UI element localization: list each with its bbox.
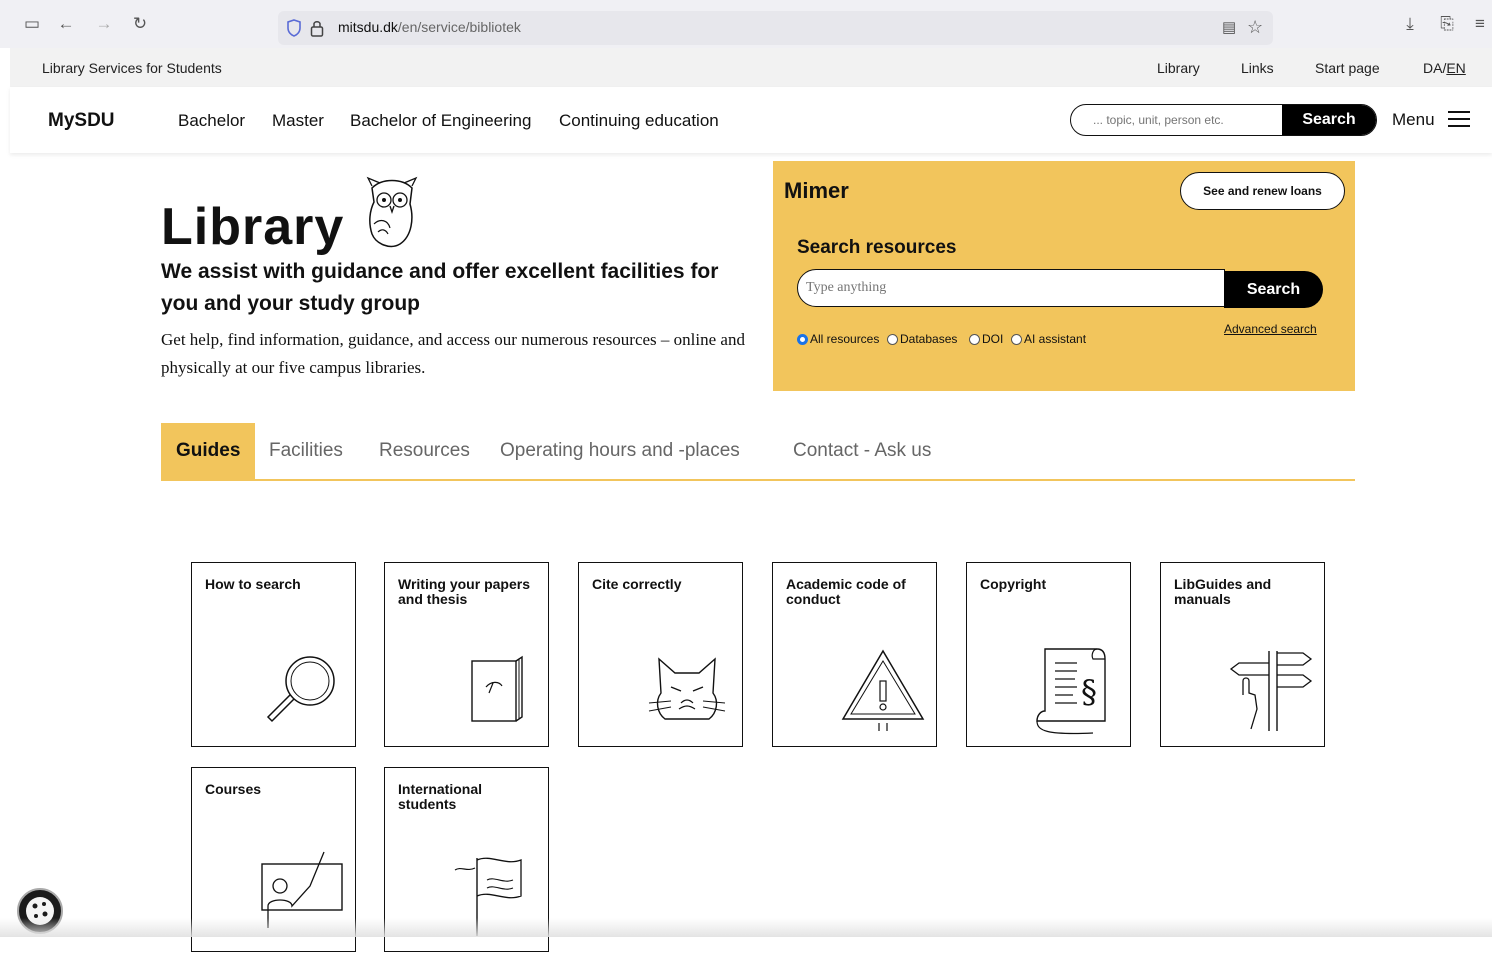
- mysdu-logo[interactable]: MySDU: [48, 110, 115, 132]
- site-search-button[interactable]: Search: [1282, 105, 1376, 135]
- resource-search-input[interactable]: [797, 269, 1225, 307]
- service-bar-title[interactable]: Library Services for Students: [42, 60, 222, 76]
- language-switcher: DA/EN: [1423, 60, 1466, 76]
- downloads-icon[interactable]: ⤓: [1400, 14, 1420, 34]
- forward-icon[interactable]: →: [94, 14, 114, 34]
- url-text: mitsdu.dk/en/service/bibliotek: [338, 19, 521, 35]
- service-bar: Library Services for Students Library Li…: [10, 48, 1492, 87]
- warning-icon: [841, 649, 925, 731]
- hero-description: Get help, find information, guidance, an…: [161, 330, 745, 377]
- reader-view-icon[interactable]: ▤: [1222, 18, 1236, 36]
- nav-master[interactable]: Master: [272, 111, 324, 131]
- mimer-title: Mimer: [784, 178, 849, 203]
- nav-bachelor[interactable]: Bachelor: [178, 111, 245, 131]
- app-menu-icon[interactable]: ≡: [1470, 14, 1490, 34]
- owl-icon: [366, 176, 418, 248]
- menu-label: Menu: [1392, 110, 1435, 129]
- radio-all-resources[interactable]: All resources: [797, 332, 879, 346]
- page-title-text: Library: [161, 198, 345, 256]
- hamburger-icon: [1448, 111, 1471, 127]
- address-bar[interactable]: mitsdu.dk/en/service/bibliotek ▤ ☆: [278, 11, 1273, 45]
- card-libguides[interactable]: LibGuides and manuals: [1160, 562, 1325, 747]
- browser-toolbar: ▭ ← → ↻ mitsdu.dk/en/service/bibliotek ▤…: [0, 0, 1492, 48]
- page-title: Library: [161, 174, 422, 257]
- paragraph-scroll-icon: §: [1036, 648, 1106, 735]
- card-writing-papers[interactable]: Writing your papers and thesis: [384, 562, 549, 747]
- nav-bachelor-of-engineering[interactable]: Bachelor of Engineering: [350, 111, 531, 131]
- radio-checked-icon: [797, 333, 808, 345]
- tab-operating-hours[interactable]: Operating hours and -places: [485, 423, 755, 479]
- radio-label: DOI: [982, 332, 1004, 346]
- section-tabs: Guides Facilities Resources Operating ho…: [161, 423, 1355, 481]
- lang-da-link[interactable]: DA: [1423, 60, 1442, 76]
- radio-label: Databases: [900, 332, 958, 346]
- main-navigation: MySDU Bachelor Master Bachelor of Engine…: [10, 87, 1492, 153]
- page-bottom-fade: [0, 918, 1492, 937]
- radio-unchecked-icon: [969, 333, 980, 345]
- signpost-icon: [1229, 651, 1313, 731]
- card-copyright[interactable]: Copyright §: [966, 562, 1131, 747]
- reload-icon[interactable]: ↻: [130, 14, 150, 34]
- service-link-library[interactable]: Library: [1157, 60, 1200, 76]
- radio-label: AI assistant: [1024, 332, 1087, 346]
- radio-ai-assistant[interactable]: AI assistant: [1011, 332, 1086, 346]
- magnifier-icon: [266, 656, 335, 723]
- tab-contact[interactable]: Contact - Ask us: [778, 423, 946, 479]
- menu-button[interactable]: Menu: [1392, 110, 1471, 130]
- shield-icon[interactable]: [286, 19, 302, 37]
- card-how-to-search[interactable]: How to search: [191, 562, 356, 747]
- radio-unchecked-icon: [887, 333, 898, 345]
- tab-guides[interactable]: Guides: [161, 423, 256, 479]
- card-cite-correctly[interactable]: Cite correctly: [578, 562, 743, 747]
- radio-label: All resources: [810, 332, 880, 346]
- extensions-icon[interactable]: ⎘: [1437, 14, 1457, 34]
- mimer-search-panel: Mimer See and renew loans Search resourc…: [773, 161, 1355, 391]
- nav-continuing-education[interactable]: Continuing education: [559, 111, 719, 131]
- radio-databases[interactable]: Databases: [887, 332, 957, 346]
- resource-search-button[interactable]: Search: [1224, 271, 1323, 308]
- book-icon: [471, 655, 523, 722]
- radio-doi[interactable]: DOI: [969, 332, 1003, 346]
- site-search-input[interactable]: [1071, 105, 1281, 135]
- lang-en-link[interactable]: EN: [1446, 60, 1465, 76]
- bookmark-star-icon[interactable]: ☆: [1247, 17, 1263, 38]
- hero-subtitle: We assist with guidance and offer excell…: [161, 260, 719, 315]
- service-link-links[interactable]: Links: [1241, 60, 1274, 76]
- lock-icon[interactable]: [310, 19, 324, 42]
- advanced-search-link[interactable]: Advanced search: [1224, 322, 1317, 336]
- grumpy-cat-icon: [648, 657, 726, 720]
- card-academic-code[interactable]: Academic code of conduct: [772, 562, 937, 747]
- svg-text:§: §: [1081, 673, 1097, 711]
- back-icon[interactable]: ←: [56, 14, 76, 34]
- sidebar-toggle-icon[interactable]: ▭: [22, 14, 42, 34]
- see-and-renew-loans-button[interactable]: See and renew loans: [1180, 172, 1345, 210]
- service-link-start-page[interactable]: Start page: [1315, 60, 1380, 76]
- tab-facilities[interactable]: Facilities: [254, 423, 358, 479]
- search-resources-title: Search resources: [797, 237, 957, 258]
- site-search: Search: [1070, 104, 1377, 136]
- radio-unchecked-icon: [1011, 333, 1022, 345]
- tab-resources[interactable]: Resources: [364, 423, 485, 479]
